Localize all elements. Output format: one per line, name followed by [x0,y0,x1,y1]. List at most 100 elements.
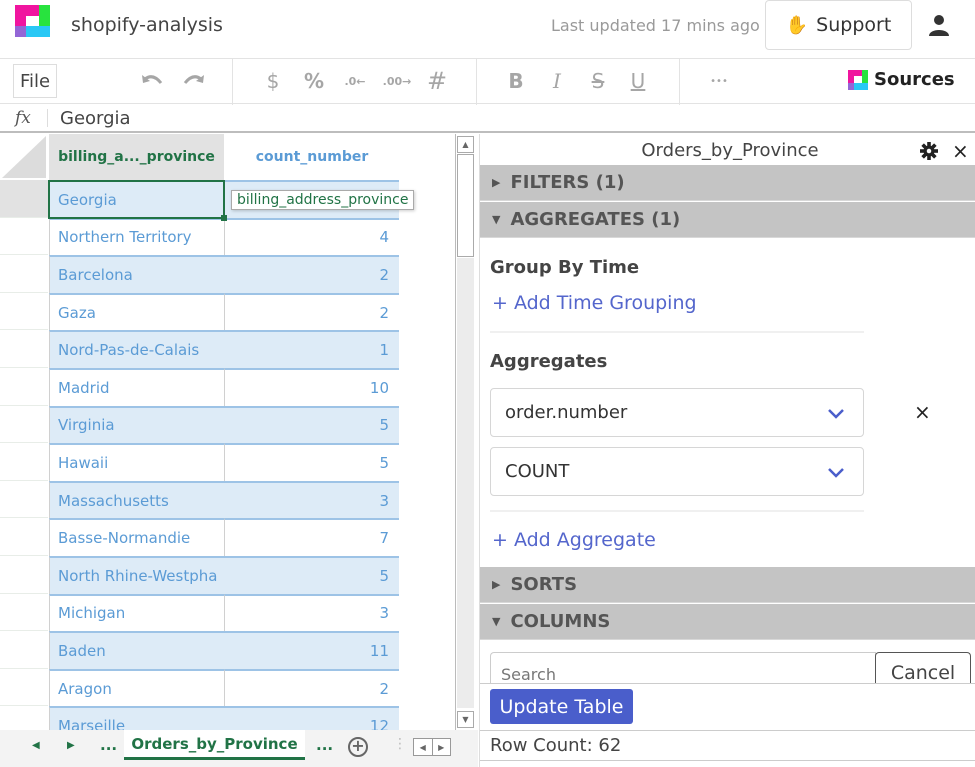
user-icon[interactable] [928,14,950,36]
count-cell[interactable]: 12 [224,706,399,730]
previous-sheet-icon[interactable]: ◀ [32,740,40,751]
file-menu-button[interactable]: File [13,64,57,98]
resize-grip-icon[interactable]: ⋮ [393,736,407,752]
filters-section-header[interactable]: ▶ FILTERS (1) [480,165,975,201]
aggregate-column-select[interactable]: order.number [490,388,864,437]
count-cell[interactable]: 4 [224,217,399,256]
more-sheets-left[interactable]: ... [100,736,117,754]
aggregate-function-select[interactable]: COUNT [490,447,864,496]
row-header[interactable] [0,669,48,707]
scrollbar-track[interactable] [457,258,474,708]
cancel-button[interactable]: Cancel [875,652,971,684]
section-divider [490,510,864,512]
scroll-down-icon[interactable]: ▼ [457,711,474,728]
count-cell[interactable]: 2 [224,668,399,707]
province-cell[interactable]: Madrid [49,367,224,406]
province-cell[interactable]: Marseille [49,706,224,730]
column-search-input[interactable]: Search [490,652,876,684]
aggregates-label: AGGREGATES (1) [510,209,681,230]
scroll-left-icon[interactable]: ◀ [414,739,432,755]
count-cell[interactable]: 5 [224,443,399,481]
province-cell[interactable]: Hawaii [49,443,224,481]
undo-icon[interactable] [140,67,166,95]
row-header[interactable] [0,481,48,519]
sheet-tab-orders-by-province[interactable]: Orders_by_Province [124,730,305,760]
support-button[interactable]: ✋ Support [765,0,912,50]
formula-input[interactable]: Georgia [60,108,131,129]
row-header[interactable] [0,518,48,556]
row-header[interactable] [0,293,48,331]
redo-icon[interactable] [180,67,206,95]
province-cell[interactable]: Baden [49,631,224,669]
close-panel-icon[interactable]: × [952,139,969,163]
bold-icon[interactable]: B [506,67,526,95]
column-header-billing-address-province[interactable]: billing_a..._province [49,134,224,180]
row-header[interactable] [0,556,48,594]
scroll-right-icon[interactable]: ▶ [431,739,451,755]
scroll-up-icon[interactable]: ▲ [457,136,474,153]
count-cell[interactable]: 1 [224,330,399,368]
remove-aggregate-icon[interactable]: × [914,400,931,424]
count-cell[interactable]: 7 [224,518,399,556]
row-header[interactable] [0,255,48,293]
row-header[interactable] [0,631,48,669]
vertical-scrollbar[interactable]: ▲ ▼ [455,134,475,730]
aggregates-title: Aggregates [490,351,608,372]
province-cell[interactable]: Virginia [49,405,224,444]
province-cell[interactable]: Nord-Pas-de-Calais [49,330,224,368]
aggregates-section-header[interactable]: ▼ AGGREGATES (1) [480,202,975,238]
count-cell[interactable]: 3 [224,593,399,632]
add-sheet-icon[interactable]: + [348,737,368,757]
gear-icon[interactable] [920,142,938,160]
columns-section-header[interactable]: ▼ COLUMNS [480,604,975,640]
update-table-button[interactable]: Update Table [490,689,633,724]
province-cell[interactable]: Michigan [49,593,224,632]
row-header[interactable] [0,706,48,730]
number-format-icon[interactable]: # [424,67,450,95]
add-aggregate-link[interactable]: + Add Aggregate [492,529,656,551]
count-cell[interactable]: 5 [224,405,399,444]
currency-format-icon[interactable]: $ [263,67,283,95]
province-cell[interactable]: Gaza [49,292,224,331]
decrease-decimal-icon[interactable]: .0← [342,67,368,95]
more-options-icon[interactable]: ••• [706,67,732,95]
toolbar-divider [476,59,477,105]
count-cell[interactable]: 11 [224,631,399,669]
count-cell[interactable]: 10 [224,367,399,406]
percent-format-icon[interactable]: % [302,67,326,95]
row-header[interactable] [0,180,48,218]
select-all-corner[interactable] [0,134,48,180]
sources-logo-icon [848,69,868,90]
count-cell[interactable]: 5 [224,555,399,594]
province-cell[interactable]: Massachusetts [49,480,224,519]
more-sheets-right[interactable]: ... [316,736,333,754]
count-cell[interactable]: 2 [224,255,399,293]
table-row: Gaza 2 [0,292,455,331]
next-sheet-icon[interactable]: ▶ [67,740,75,751]
count-cell[interactable]: 2 [224,292,399,331]
province-cell[interactable]: Basse-Normandie [49,518,224,556]
row-header[interactable] [0,330,48,368]
raised-hand-icon: ✋ [785,14,809,36]
sources-button[interactable]: Sources [848,69,955,90]
row-header[interactable] [0,594,48,632]
increase-decimal-icon[interactable]: .00→ [382,67,412,95]
row-header[interactable] [0,218,48,256]
province-cell[interactable]: Barcelona [49,255,224,293]
row-header[interactable] [0,443,48,481]
row-header[interactable] [0,406,48,444]
province-cell[interactable]: Aragon [49,668,224,707]
add-time-grouping-link[interactable]: + Add Time Grouping [492,292,697,314]
row-header[interactable] [0,368,48,406]
scrollbar-thumb[interactable] [457,154,474,257]
province-cell[interactable]: Northern Territory [49,217,224,256]
column-header-count-number[interactable]: count_number [225,134,399,180]
count-cell[interactable]: 3 [224,480,399,519]
province-cell[interactable]: Georgia [49,180,224,218]
province-cell[interactable]: North Rhine-Westpha [49,555,224,594]
table-row: Basse-Normandie 7 [0,518,455,556]
underline-icon[interactable]: U [628,67,648,95]
sorts-section-header[interactable]: ▶ SORTS [480,567,975,603]
strikethrough-icon[interactable]: S [588,67,608,95]
italic-icon[interactable]: I [548,67,566,95]
